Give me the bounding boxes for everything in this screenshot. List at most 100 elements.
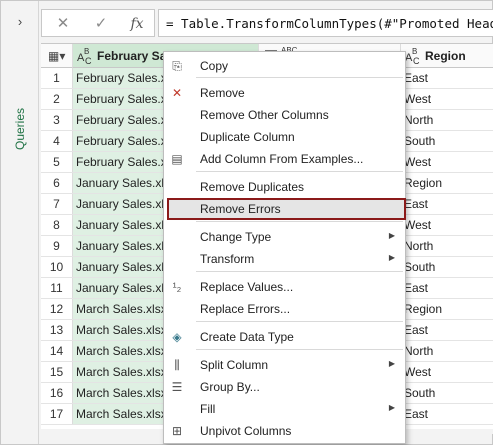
cell-region[interactable]: East [401,68,493,88]
queries-pane-label[interactable]: Queries [10,89,30,169]
menu-item-label: Split Column [200,358,269,372]
row-number[interactable]: 3 [41,110,73,130]
cell-region[interactable]: North [401,110,493,130]
queries-pane: › Queries [1,1,39,444]
table-icon[interactable]: ▦▾ [48,49,66,63]
check-icon[interactable]: ✓ [92,15,110,33]
formula-input[interactable]: = Table.TransformColumnTypes(#"Promoted … [158,9,493,37]
row-number[interactable]: 5 [41,152,73,172]
row-number[interactable]: 14 [41,341,73,361]
row-number[interactable]: 15 [41,362,73,382]
cell-region[interactable]: East [401,404,493,424]
menu-item-label: Remove Other Columns [200,108,329,122]
add-column-examples-icon: ▤ [171,152,183,166]
menu-separator [196,171,403,172]
submenu-arrow-icon: ▶ [388,231,395,240]
menu-item-label: Create Data Type [200,330,294,344]
remove-column-icon: ✕ [171,86,183,100]
cell-region[interactable]: Region [401,299,493,319]
menu-item-change-type[interactable]: Change Type ▶ [164,226,405,248]
cell-region[interactable]: West [401,362,493,382]
row-number[interactable]: 11 [41,278,73,298]
submenu-arrow-icon: ▶ [388,403,395,412]
cell-region[interactable]: West [401,152,493,172]
row-number[interactable]: 9 [41,236,73,256]
menu-item-label: Group By... [200,380,260,394]
split-column-icon: ⫼ [174,358,180,372]
cell-region[interactable]: North [401,341,493,361]
menu-item-copy[interactable]: ⎘ Copy [164,55,405,77]
menu-item-label: Remove Duplicates [200,180,305,194]
power-query-editor: › Queries ✕ ✓ fx = Table.TransformColumn… [0,0,493,445]
menu-item-label: Add Column From Examples... [200,152,364,166]
row-number[interactable]: 2 [41,89,73,109]
table-menu-header[interactable]: ▦▾ [41,44,73,68]
submenu-arrow-icon: ▶ [388,253,395,262]
row-number[interactable]: 7 [41,194,73,214]
cell-region[interactable]: East [401,194,493,214]
cell-region[interactable]: North [401,236,493,256]
cell-region[interactable]: West [401,89,493,109]
cell-region[interactable]: Region [401,173,493,193]
replace-values-icon: ¹₂ [172,280,182,294]
menu-item-label: Duplicate Column [200,130,295,144]
formula-text[interactable]: = Table.TransformColumnTypes(#"Promoted … [166,16,493,31]
menu-item-remove[interactable]: ✕ Remove [164,82,405,104]
cell-region[interactable]: East [401,320,493,340]
cell-region[interactable]: South [401,383,493,403]
row-number[interactable]: 12 [41,299,73,319]
menu-item-label: Fill [200,402,216,416]
menu-separator [196,349,403,350]
cancel-icon[interactable]: ✕ [54,15,72,33]
row-number[interactable]: 10 [41,257,73,277]
menu-separator [196,77,403,78]
submenu-arrow-icon: ▶ [388,359,395,368]
unpivot-columns-icon: ⊞ [171,424,183,438]
formula-controls: ✕ ✓ fx [41,9,155,37]
menu-item-label: Remove Errors [200,202,281,216]
menu-item-remove-errors[interactable]: Remove Errors [167,198,406,220]
menu-item-duplicate-column[interactable]: Duplicate Column [164,126,405,148]
insert-function-icon[interactable]: fx [128,15,146,33]
menu-item-label: Remove [200,86,245,100]
menu-item-fill[interactable]: Fill ▶ [164,398,405,420]
menu-item-label: Replace Values... [200,280,294,294]
copy-icon: ⎘ [172,59,182,73]
menu-separator [196,221,403,222]
menu-item-label: Unpivot Columns [200,424,292,438]
expand-queries-pane-icon[interactable]: › [13,15,27,29]
menu-item-add-column-from-examples[interactable]: ▤ Add Column From Examples... [164,148,405,170]
menu-item-replace-errors[interactable]: Replace Errors... [164,298,405,320]
column-header-region[interactable]: ABC Region [401,44,493,68]
menu-item-group-by[interactable]: ☰ Group By... [164,376,405,398]
menu-item-replace-values[interactable]: ¹₂ Replace Values... [164,276,405,298]
row-number[interactable]: 6 [41,173,73,193]
menu-item-unpivot-columns[interactable]: ⊞ Unpivot Columns [164,420,405,442]
menu-separator [196,321,403,322]
create-data-type-icon: ◈ [172,330,182,344]
menu-item-split-column[interactable]: ⫼ Split Column ▶ [164,354,405,376]
cell-region[interactable]: South [401,257,493,277]
row-number[interactable]: 8 [41,215,73,235]
menu-item-remove-other-columns[interactable]: Remove Other Columns [164,104,405,126]
cell-region[interactable]: West [401,215,493,235]
menu-item-create-data-type[interactable]: ◈ Create Data Type [164,326,405,348]
row-number[interactable]: 16 [41,383,73,403]
menu-item-remove-duplicates[interactable]: Remove Duplicates [164,176,405,198]
row-number[interactable]: 13 [41,320,73,340]
menu-item-label: Copy [200,59,229,73]
group-by-icon: ☰ [171,380,183,394]
cell-region[interactable]: South [401,131,493,151]
menu-item-label: Replace Errors... [200,302,291,316]
menu-item-transform[interactable]: Transform ▶ [164,248,405,270]
row-number[interactable]: 1 [41,68,73,88]
cell-region[interactable]: East [401,278,493,298]
row-number[interactable]: 17 [41,404,73,424]
column-header-label: Region [425,49,466,63]
menu-separator [196,271,403,272]
formula-bar: ✕ ✓ fx = Table.TransformColumnTypes(#"Pr… [41,9,493,39]
row-number[interactable]: 4 [41,131,73,151]
menu-item-label: Transform [200,252,255,266]
column-context-menu: ⎘ Copy ✕ Remove Remove Other Columns Duplicat… [163,51,406,444]
menu-item-label: Change Type [200,230,272,244]
